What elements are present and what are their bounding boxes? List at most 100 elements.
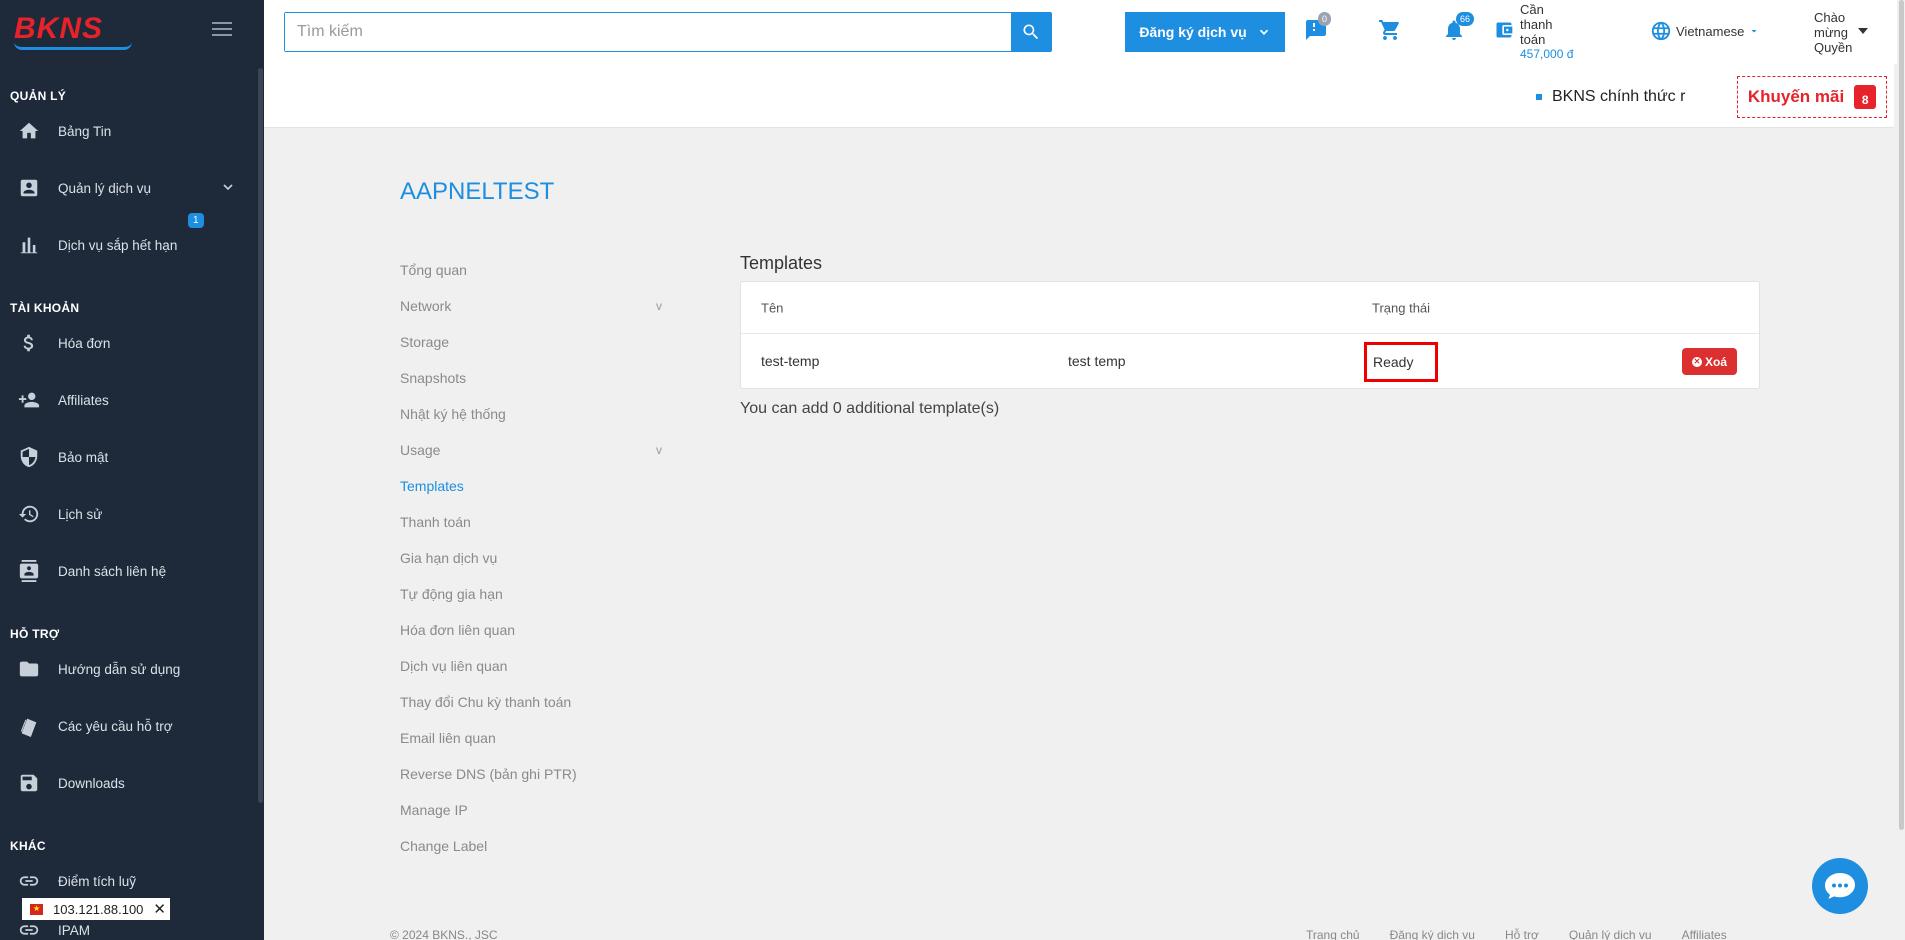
chat-bubble-icon [1825,873,1855,899]
page-scrollbar-thumb[interactable] [1899,0,1904,830]
footer-link-support[interactable]: Hỗ trợ [1505,928,1539,940]
footer-link-register[interactable]: Đăng ký dịch vụ [1390,928,1475,940]
chevron-down-icon[interactable] [220,179,236,195]
subnav-item-change-label[interactable]: Change Label [400,828,670,864]
cart-button[interactable] [1378,18,1406,46]
sidebar: BKNS QUẢN LÝ Bảng Tin Quản lý dịch vụ Dị… [0,0,264,940]
bkns-logo[interactable]: BKNS [14,14,134,50]
sidebar-item-tickets[interactable]: Các yêu cầu hỗ trợ [0,706,250,746]
sidebar-item-label: Dịch vụ sắp hết hạn [58,237,178,253]
greeting-text: Chào [1814,10,1846,25]
footer-link-home[interactable]: Trang chủ [1306,928,1360,940]
footer-link-manage[interactable]: Quản lý dịch vụ [1569,928,1652,940]
sidebar-item-downloads[interactable]: Downloads [0,763,250,803]
register-service-label: Đăng ký dịch vụ [1139,24,1247,40]
subnav-label: Tổng quan [400,262,467,278]
link-icon [0,919,58,940]
subnav-item-related-services[interactable]: Dịch vụ liên quan [400,648,670,684]
chevron-down-icon [1259,29,1268,35]
save-icon [0,772,58,794]
templates-table: Tên Trạng thái test-temp test temp Ready… [740,281,1760,389]
subnav-item-related-invoices[interactable]: Hóa đơn liên quan [400,612,670,648]
search-button[interactable] [1011,13,1051,51]
subnav-item-reverse-dns[interactable]: Reverse DNS (bản ghi PTR) [400,756,670,792]
subnav-label: Snapshots [400,370,467,386]
logo-swoosh [14,42,132,50]
subnav-item-payment[interactable]: Thanh toán [400,504,670,540]
cart-icon [1379,20,1399,40]
sidebar-item-label: Các yêu cầu hỗ trợ [58,718,173,734]
footer-link-affiliates[interactable]: Affiliates [1682,928,1727,940]
search-box [284,12,1052,52]
template-name: test-temp [761,353,820,369]
promo-bar: BKNS chính thức ra Khuyến mãi 8 [264,64,1894,128]
subnav-item-storage[interactable]: Storage [400,324,670,360]
sidebar-item-points[interactable]: Điểm tích luỹ [0,861,250,901]
shield-icon [0,446,58,468]
table-row: test-temp test temp Ready ✕ Xoá [741,334,1759,388]
service-subnav: Tổng quan Network v Storage Snapshots Nhậ… [400,252,670,864]
subnav-item-templates[interactable]: Templates [400,468,670,504]
subnav-item-network[interactable]: Network v [400,288,670,324]
sidebar-item-invoices[interactable]: Hóa đơn [0,323,250,363]
ticker-text: BKNS chính thức ra [1552,88,1686,105]
sidebar-item-expiring[interactable]: Dịch vụ sắp hết hạn 1 [0,213,250,265]
expiring-count-badge: 1 [188,213,204,228]
top-bar: Đăng ký dịch vụ 0 66 Cần thanh toán 457,… [264,0,1905,64]
sidebar-item-contacts[interactable]: Danh sách liên hệ [0,551,250,591]
dollar-icon [0,332,58,354]
menu-toggle-icon[interactable] [212,22,232,38]
subnav-label: Dịch vụ liên quan [400,658,508,674]
register-service-button[interactable]: Đăng ký dịch vụ [1125,12,1285,52]
notifications-button[interactable]: 66 [1442,12,1475,46]
subnav-item-overview[interactable]: Tổng quan [400,252,670,288]
account-box-icon [0,177,58,199]
notifications-badge: 66 [1456,12,1475,26]
ticket-icon [0,715,58,737]
promotions-button[interactable]: Khuyến mãi 8 [1737,76,1887,118]
sidebar-item-guide[interactable]: Hướng dẫn sử dụng [0,649,250,689]
language-selector[interactable]: Vietnamese [1650,20,1760,42]
sidebar-item-label: Danh sách liên hệ [58,563,167,579]
subnav-item-snapshots[interactable]: Snapshots [400,360,670,396]
subnav-label: Hóa đơn liên quan [400,622,516,638]
sidebar-item-affiliates[interactable]: Affiliates [0,380,250,420]
subnav-item-auto-renew[interactable]: Tự động gia hạn [400,576,670,612]
sidebar-item-label: Bảo mật [58,449,109,465]
subnav-label: Usage [400,442,441,458]
vietnam-flag-icon: ★ [30,903,44,915]
promotions-label: Khuyến mãi [1747,87,1845,106]
section-heading-manage: QUẢN LÝ [10,89,67,103]
payment-due[interactable]: Cần thanh toán 457,000 đ [1496,2,1630,64]
sidebar-item-label: Affiliates [58,392,109,408]
live-chat-button[interactable] [1812,858,1868,914]
subnav-item-billing-cycle[interactable]: Thay đổi Chu kỳ thanh toán [400,684,670,720]
gift-icon: 8 [1854,85,1877,109]
sidebar-item-services[interactable]: Quản lý dịch vụ [0,168,250,208]
subnav-label: Thay đổi Chu kỳ thanh toán [400,694,572,710]
sidebar-item-history[interactable]: Lịch sử [0,494,250,534]
subnav-item-renew[interactable]: Gia hạn dịch vụ [400,540,670,576]
delete-template-button[interactable]: ✕ Xoá [1682,348,1737,375]
sidebar-item-label: Lịch sử [58,506,103,522]
sidebar-scrollbar[interactable] [258,68,263,803]
ip-address-tag[interactable]: ★ 103.121.88.100 ✕ [22,898,170,920]
news-ticker[interactable]: BKNS chính thức ra [1536,88,1686,106]
subnav-item-system-log[interactable]: Nhật ký hệ thống [400,396,670,432]
subnav-item-manage-ip[interactable]: Manage IP [400,792,670,828]
caret-down-icon[interactable] [1858,28,1868,34]
subnav-item-usage[interactable]: Usage v [400,432,670,468]
sidebar-item-dashboard[interactable]: Bảng Tin [0,111,250,151]
sidebar-item-security[interactable]: Bảo mật [0,437,250,477]
chevron-down-icon: v [656,299,662,313]
subnav-item-related-emails[interactable]: Email liên quan [400,720,670,756]
subnav-label: Tự động gia hạn [400,586,503,602]
gift-count: 8 [1861,93,1869,107]
subnav-label: Gia hạn dịch vụ [400,550,498,566]
close-icon[interactable]: ✕ [153,900,166,918]
greeting-username: Quyền [1814,40,1853,55]
chevron-down-icon: v [656,443,662,457]
history-icon [0,503,58,525]
search-input[interactable] [285,13,1011,51]
chat-button[interactable]: 0 [1304,12,1332,46]
